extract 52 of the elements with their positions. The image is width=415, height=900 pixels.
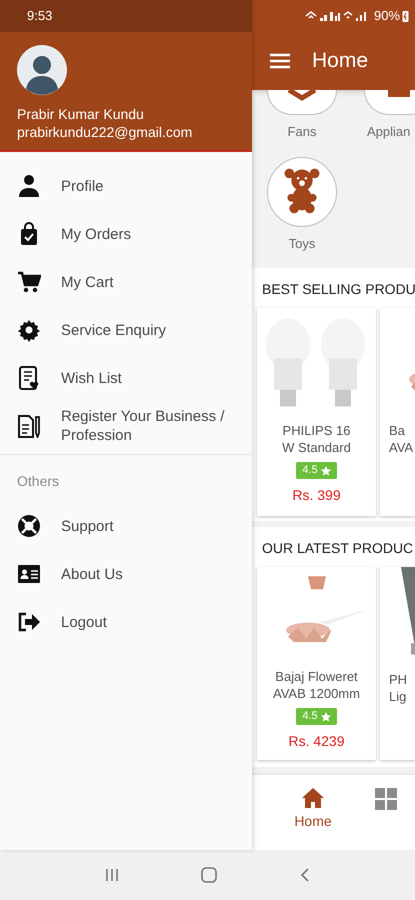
product-name: PH Lig	[388, 671, 408, 705]
product-price: Rs. 4239	[288, 732, 345, 751]
drawer-item[interactable]: About Us	[0, 550, 252, 598]
category-label: Toys	[288, 234, 316, 253]
drawer-item[interactable]: Service Enquiry	[0, 306, 252, 354]
drawer-item[interactable]: Profile	[0, 162, 252, 210]
app-bar-title: Home	[312, 48, 368, 74]
cart-icon	[17, 270, 41, 294]
drawer-item[interactable]: Logout	[0, 598, 252, 646]
battery-percent: 90%	[374, 7, 400, 26]
product-card[interactable]: PH Lig	[380, 567, 415, 760]
drawer-item[interactable]: Wish List	[0, 354, 252, 402]
user-name: Prabir Kumar Kundu	[17, 105, 145, 123]
avatar-icon	[17, 45, 67, 95]
home-button-icon[interactable]	[200, 866, 218, 884]
status-time: 9:53	[27, 7, 52, 26]
menu-icon[interactable]	[270, 53, 290, 69]
star-icon	[320, 712, 331, 722]
drawer-item[interactable]: My Orders	[0, 210, 252, 258]
user-email: prabirkundu222@gmail.com	[17, 123, 194, 141]
recent-apps-icon[interactable]	[104, 867, 120, 883]
section-title: BEST SELLING PRODU	[261, 280, 415, 299]
battery-icon	[402, 10, 409, 22]
product-card[interactable]: Ba AVA	[380, 308, 415, 516]
nav-item[interactable]: Home	[252, 787, 374, 832]
drawer-item[interactable]: My Cart	[0, 258, 252, 306]
section-title: OUR LATEST PRODUC	[261, 539, 414, 558]
settings-icon	[17, 318, 41, 342]
product-card[interactable]: PHILIPS 16 W Standard 4.5 Rs. 399	[257, 308, 376, 516]
person-icon	[17, 174, 41, 198]
star-icon	[320, 466, 331, 476]
nav-item[interactable]	[374, 787, 398, 811]
product-card[interactable]: Bajaj Floweret AVAB 1200mm 4.5 Rs. 4239	[257, 567, 376, 760]
drawer-item[interactable]: Register Your Business / Profession	[0, 402, 252, 450]
grid-icon	[374, 787, 398, 811]
rating-badge: 4.5	[296, 462, 337, 479]
home-icon	[301, 787, 325, 809]
checklist-icon	[17, 366, 41, 390]
document-pen-icon	[17, 414, 41, 438]
section-label: Others	[16, 472, 60, 491]
product-price: Rs. 399	[292, 486, 341, 505]
category-label: Fans	[286, 123, 318, 141]
product-name: Bajaj Floweret AVAB 1200mm	[273, 668, 360, 702]
drawer-item[interactable]: Support	[0, 502, 252, 550]
id-card-icon	[17, 562, 41, 586]
category-label: Applian	[366, 123, 410, 141]
product-name: Ba AVA	[388, 422, 414, 456]
rating-badge: 4.5	[296, 708, 337, 725]
lifebuoy-icon	[17, 514, 41, 538]
logout-icon	[17, 610, 41, 634]
back-icon[interactable]	[298, 867, 311, 883]
product-name: PHILIPS 16 W Standard	[282, 422, 351, 456]
